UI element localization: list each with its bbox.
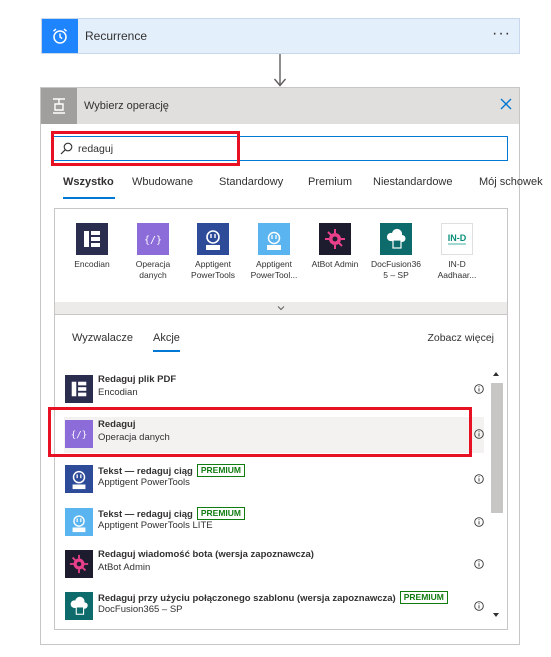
connector-apptigent-lite[interactable]: Apptigent PowerTool... — [244, 223, 304, 281]
recurrence-title: Recurrence — [85, 29, 148, 43]
tab-standard[interactable]: Standardowy — [219, 176, 283, 188]
action-connector: DocFusion365 – SP — [98, 604, 183, 615]
connector-label: Apptigent PowerTool... — [250, 259, 298, 280]
flow-arrow-icon — [273, 54, 287, 87]
data-operation-icon: {/} — [137, 223, 169, 255]
tab-all[interactable]: Wszystko — [63, 176, 114, 188]
apptigent-pro-icon — [65, 465, 93, 493]
encodian-icon — [65, 375, 93, 403]
panel-header: Wybierz operację — [41, 88, 519, 124]
alarm-clock-icon — [42, 19, 78, 53]
action-connector: AtBot Admin — [98, 562, 151, 573]
active-tab-indicator — [63, 197, 115, 199]
tab-premium[interactable]: Premium — [308, 176, 352, 188]
action-title: Tekst — redaguj ciąg PREMIUM — [98, 507, 245, 520]
tab-my-clipboard[interactable]: Mój schowek — [479, 176, 543, 188]
apptigent-lite-icon — [258, 223, 290, 255]
scroll-down-icon[interactable] — [492, 611, 500, 619]
connector-encodian[interactable]: Encodian — [62, 223, 122, 270]
tab-custom[interactable]: Niestandardowe — [373, 176, 453, 188]
scrollbar-thumb[interactable] — [491, 383, 503, 513]
operation-icon — [41, 88, 77, 124]
info-icon[interactable] — [474, 601, 484, 611]
premium-badge: PREMIUM — [399, 591, 448, 604]
connector-atbot-admin[interactable]: AtBot Admin — [305, 223, 365, 270]
action-connector: Encodian — [98, 387, 138, 398]
svg-text:{/}: {/} — [144, 235, 162, 246]
atbot-icon — [319, 223, 351, 255]
connector-label: DocFusion36 5 – SP — [370, 259, 422, 280]
connector-label: AtBot Admin — [311, 259, 359, 269]
selected-action-highlight — [48, 407, 472, 457]
atbot-icon — [65, 550, 93, 578]
info-icon[interactable] — [474, 384, 484, 394]
action-connector: Apptigent PowerTools LITE — [98, 520, 213, 531]
action-title: Tekst — redaguj ciąg PREMIUM — [98, 464, 245, 477]
action-connector: Apptigent PowerTools — [98, 477, 190, 488]
action-row[interactable]: Redaguj wiadomość bota (wersja zapoznawc… — [64, 547, 484, 583]
apptigent-pro-icon — [197, 223, 229, 255]
action-title: Redaguj plik PDF — [98, 374, 177, 385]
connectors-grid: Encodian {/} Operacja danych Apptigent P… — [54, 208, 508, 315]
info-icon[interactable] — [474, 517, 484, 527]
action-row[interactable]: Redaguj plik PDF Encodian — [64, 372, 484, 408]
tab-actions[interactable]: Akcje — [153, 332, 180, 344]
tab-triggers[interactable]: Wyzwalacze — [72, 332, 133, 344]
premium-badge: PREMIUM — [196, 464, 245, 477]
info-icon[interactable] — [474, 559, 484, 569]
tab-built-in[interactable]: Wbudowane — [132, 176, 193, 188]
premium-badge: PREMIUM — [196, 507, 245, 520]
chevron-down-icon — [277, 306, 285, 311]
ind-icon: IN-D — [441, 223, 473, 255]
scroll-up-icon[interactable] — [492, 370, 500, 378]
connector-data-operation[interactable]: {/} Operacja danych — [123, 223, 183, 281]
svg-text:IN-D: IN-D — [448, 233, 467, 243]
connector-label: Encodian — [74, 259, 110, 269]
more-options-icon[interactable]: ··· — [492, 25, 511, 43]
connector-label: IN-D Aadhaar... — [437, 259, 477, 280]
info-icon[interactable] — [474, 474, 484, 484]
connector-docfusion[interactable]: DocFusion36 5 – SP — [366, 223, 426, 281]
collapse-connectors-button[interactable] — [54, 302, 508, 314]
search-highlight — [51, 131, 240, 166]
choose-operation-panel: Wybierz operację redaguj Wszystko Wbudow… — [40, 87, 543, 645]
recurrence-card[interactable]: Recurrence ··· — [41, 18, 520, 54]
encodian-icon — [76, 223, 108, 255]
docfusion-icon — [65, 592, 93, 620]
docfusion-icon — [380, 223, 412, 255]
action-row[interactable]: Tekst — redaguj ciąg PREMIUM Apptigent Po… — [64, 505, 484, 541]
actions-list: Wyzwalacze Akcje Zobacz więcej Redaguj p… — [54, 314, 508, 630]
action-row[interactable]: Redaguj przy użyciu połączonego szablonu… — [64, 589, 484, 625]
see-more-link[interactable]: Zobacz więcej — [427, 332, 494, 344]
panel-title: Wybierz operację — [84, 100, 169, 112]
action-title: Redaguj wiadomość bota (wersja zapoznawc… — [98, 549, 314, 560]
action-row[interactable]: Tekst — redaguj ciąg PREMIUM Apptigent Po… — [64, 462, 484, 498]
connector-label: Apptigent PowerTools — [191, 259, 235, 280]
connector-ind-aadhaar[interactable]: IN-D IN-D Aadhaar... — [427, 223, 487, 281]
info-icon[interactable] — [474, 429, 484, 439]
close-icon[interactable] — [499, 97, 513, 111]
connector-apptigent-pro[interactable]: Apptigent PowerTools — [183, 223, 243, 281]
active-subtab-indicator — [153, 350, 180, 352]
action-title: Redaguj przy użyciu połączonego szablonu… — [98, 591, 448, 604]
apptigent-lite-icon — [65, 508, 93, 536]
connector-label: Operacja danych — [135, 259, 171, 280]
